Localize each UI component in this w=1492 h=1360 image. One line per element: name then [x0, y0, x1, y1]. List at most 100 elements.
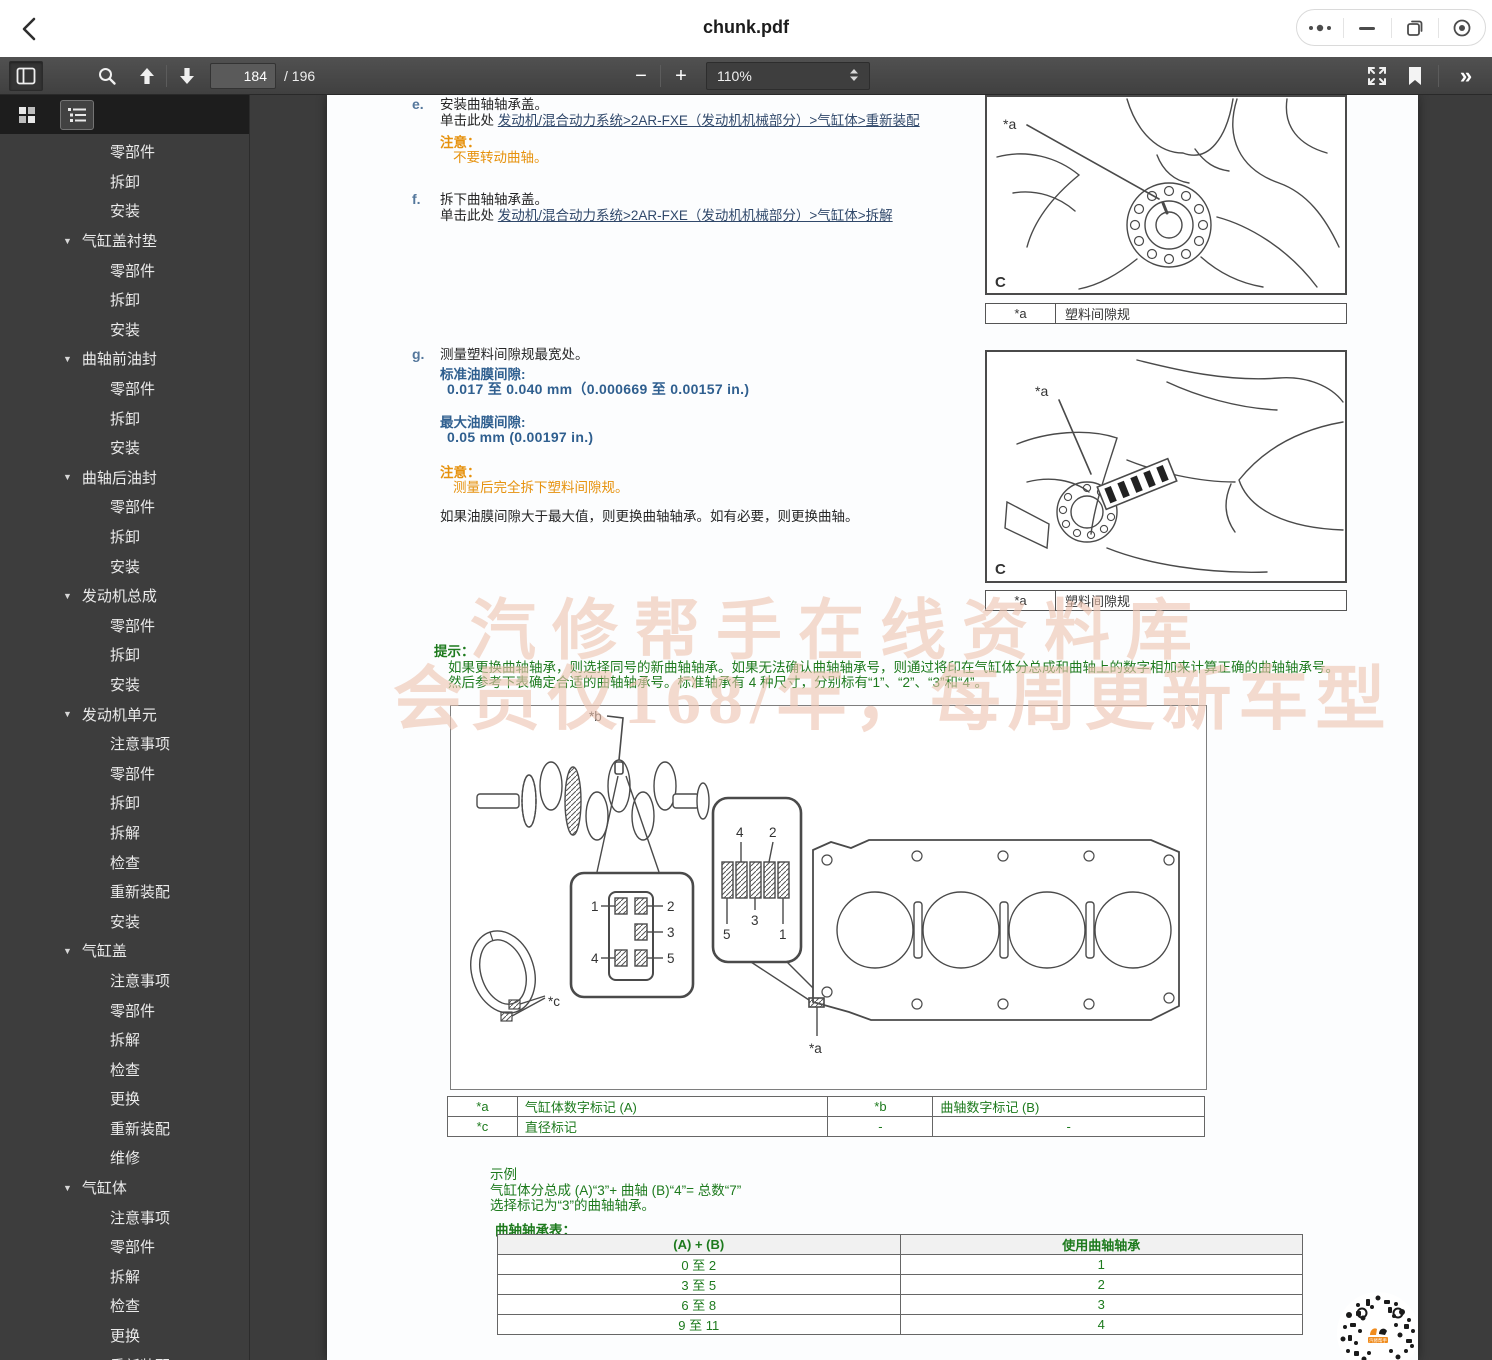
triangle-down-icon[interactable]: ▼	[63, 709, 72, 719]
toolbar-divider	[1438, 65, 1439, 87]
bearing-mark-diagram-art: *b 1 2 3 4 5 4 2 5 3 1 *a *c	[470, 709, 1180, 1056]
search-button[interactable]	[92, 61, 122, 91]
minimize-button[interactable]	[1344, 10, 1390, 45]
window-controls-capsule	[1296, 9, 1486, 46]
sidebar-toc-item[interactable]: ▼ 检查	[0, 1291, 249, 1321]
sidebar-toc-item[interactable]: ▼ 安装	[0, 906, 249, 936]
zoom-in-button[interactable]: +	[666, 61, 696, 91]
sidebar-toggle-button[interactable]	[9, 61, 43, 91]
sidebar-toc-item[interactable]: ▼ 拆卸	[0, 403, 249, 433]
sidebar-toc-item[interactable]: ▼ 更换	[0, 1321, 249, 1351]
sidebar-toc-item[interactable]: ▼ 拆解	[0, 818, 249, 848]
triangle-down-icon[interactable]: ▼	[63, 1183, 72, 1193]
pdf-toolbar: / 196 − + 110% »	[0, 57, 1492, 95]
sidebar-toc-item[interactable]: ▼ 零部件	[0, 758, 249, 788]
toc-item-label: 气缸体	[81, 1180, 127, 1198]
fullscreen-button[interactable]	[1362, 61, 1392, 91]
toc-item-label: 零部件	[110, 765, 156, 783]
sidebar-toc-item[interactable]: ▼ 注意事项	[0, 729, 249, 759]
toc-item-label: 检查	[110, 1061, 141, 1079]
sidebar-toc-item[interactable]: ▼ 重新装配	[0, 1114, 249, 1144]
fullscreen-expand-icon	[1368, 67, 1386, 85]
sidebar-toc-item[interactable]: ▼ 零部件	[0, 1232, 249, 1262]
toc-item-label: 曲轴前油封	[81, 351, 157, 369]
toc-item-label: 零部件	[110, 144, 156, 162]
sidebar-toc-item[interactable]: ▼ 拆卸	[0, 167, 249, 197]
engine-line-art: *a C	[995, 98, 1340, 291]
page-number-input[interactable]	[210, 63, 276, 89]
sidebar-toc-item[interactable]: ▼ 零部件	[0, 374, 249, 404]
sidebar-toc-item[interactable]: ▼ 曲轴前油封	[0, 344, 249, 374]
sidebar-toc-item[interactable]: ▼ 零部件	[0, 492, 249, 522]
triangle-down-icon[interactable]: ▼	[63, 591, 72, 601]
procedure-link[interactable]: 发动机/混合动力系统>2AR-FXE（发动机机械部分）>气缸体>重新装配	[498, 113, 920, 128]
caption-text: 塑料间隙规	[1065, 594, 1131, 609]
sidebar-toc-item[interactable]: ▼ 注意事项	[0, 966, 249, 996]
triangle-down-icon[interactable]: ▼	[63, 472, 72, 482]
sidebar-toc-item[interactable]: ▼ 重新装配	[0, 877, 249, 907]
toolbar-divider	[660, 65, 661, 87]
sidebar-toc-item[interactable]: ▼ 拆卸	[0, 788, 249, 818]
sidebar-toc-item[interactable]: ▼ 检查	[0, 1054, 249, 1084]
bearing-table-header-row: (A) + (B) 使用曲轴轴承	[497, 1234, 1303, 1255]
legend-key: *b	[827, 1096, 934, 1117]
toolbar-more-button[interactable]: »	[1448, 61, 1484, 91]
sidebar-toc-item[interactable]: ▼ 安装	[0, 433, 249, 463]
sidebar-toc-item[interactable]: ▼ 气缸盖	[0, 936, 249, 966]
toc-item-label: 发动机单元	[81, 706, 157, 724]
toc-item-label: 检查	[110, 1298, 141, 1316]
sidebar-toc-item[interactable]: ▼ 零部件	[0, 995, 249, 1025]
sidebar-toggle-icon	[16, 67, 36, 85]
triangle-down-icon[interactable]: ▼	[63, 354, 72, 364]
sidebar-toc-item[interactable]: ▼ 拆解	[0, 1262, 249, 1292]
sidebar-toc-item[interactable]: ▼ 安装	[0, 196, 249, 226]
sidebar-header	[0, 95, 249, 134]
sidebar-toc-item[interactable]: ▼ 安装	[0, 315, 249, 345]
sidebar-toc-item[interactable]: ▼ 拆解	[0, 1025, 249, 1055]
toc-item-label: 安装	[110, 676, 141, 694]
pdf-viewer-area[interactable]: e. 安装曲轴轴承盖。 单击此处 发动机/混合动力系统>2AR-FXE（发动机机…	[251, 95, 1492, 1360]
bookmark-button[interactable]	[1401, 61, 1429, 91]
sidebar-toc-item[interactable]: ▼ 零部件	[0, 255, 249, 285]
sidebar-toc-item[interactable]: ▼ 拆卸	[0, 285, 249, 315]
step-letter: e.	[412, 96, 424, 112]
zoom-out-button[interactable]: −	[626, 61, 656, 91]
zoom-level-value: 110%	[717, 68, 752, 84]
sidebar-toc-item[interactable]: ▼ 检查	[0, 847, 249, 877]
float-window-button[interactable]	[1392, 10, 1438, 45]
record-button[interactable]	[1439, 10, 1485, 45]
record-icon	[1453, 19, 1471, 36]
sidebar-toc-item[interactable]: ▼ 发动机总成	[0, 581, 249, 611]
sidebar-toc-item[interactable]: ▼ 注意事项	[0, 1202, 249, 1232]
sidebar-toc-item[interactable]: ▼ 拆卸	[0, 522, 249, 552]
toc-item-label: 零部件	[110, 381, 156, 399]
sidebar-toc-item[interactable]: ▼ 零部件	[0, 137, 249, 167]
click-here-text: 单击此处	[440, 113, 498, 128]
figure1-caption-table: *a 塑料间隙规	[985, 303, 1347, 324]
figure-corner-letter: C	[995, 561, 1006, 578]
sidebar-toc-item[interactable]: ▼ 拆卸	[0, 640, 249, 670]
zoom-level-select[interactable]: 110%	[706, 62, 870, 90]
sidebar-toc-item[interactable]: ▼ 零部件	[0, 611, 249, 641]
sidebar-toc-item[interactable]: ▼ 重新装配	[0, 1350, 249, 1360]
sidebar-toc-item[interactable]: ▼ 气缸盖衬垫	[0, 226, 249, 256]
sidebar-toc-item[interactable]: ▼ 曲轴后油封	[0, 463, 249, 493]
more-options-button[interactable]	[1297, 10, 1343, 45]
sidebar-toc-item[interactable]: ▼ 安装	[0, 551, 249, 581]
sidebar-toc-item[interactable]: ▼ 发动机单元	[0, 699, 249, 729]
outline-view-button[interactable]	[60, 99, 94, 130]
sidebar-toc-item[interactable]: ▼ 维修	[0, 1143, 249, 1173]
sidebar-toc-item[interactable]: ▼ 安装	[0, 670, 249, 700]
toc-item-label: 拆卸	[110, 795, 141, 813]
thumbnails-view-button[interactable]	[10, 100, 44, 130]
sidebar-toc-item[interactable]: ▼ 气缸体	[0, 1173, 249, 1203]
next-page-button[interactable]	[172, 61, 202, 91]
triangle-down-icon[interactable]: ▼	[63, 236, 72, 246]
sidebar-toc-item[interactable]: ▼ 更换	[0, 1084, 249, 1114]
toc-item-label: 零部件	[110, 262, 156, 280]
toc-item-label: 拆解	[110, 1268, 141, 1286]
triangle-down-icon[interactable]: ▼	[63, 946, 72, 956]
previous-page-button[interactable]	[132, 61, 162, 91]
procedure-link[interactable]: 发动机/混合动力系统>2AR-FXE（发动机机械部分）>气缸体>拆解	[498, 208, 893, 223]
callout-b-label: *b	[589, 709, 602, 724]
